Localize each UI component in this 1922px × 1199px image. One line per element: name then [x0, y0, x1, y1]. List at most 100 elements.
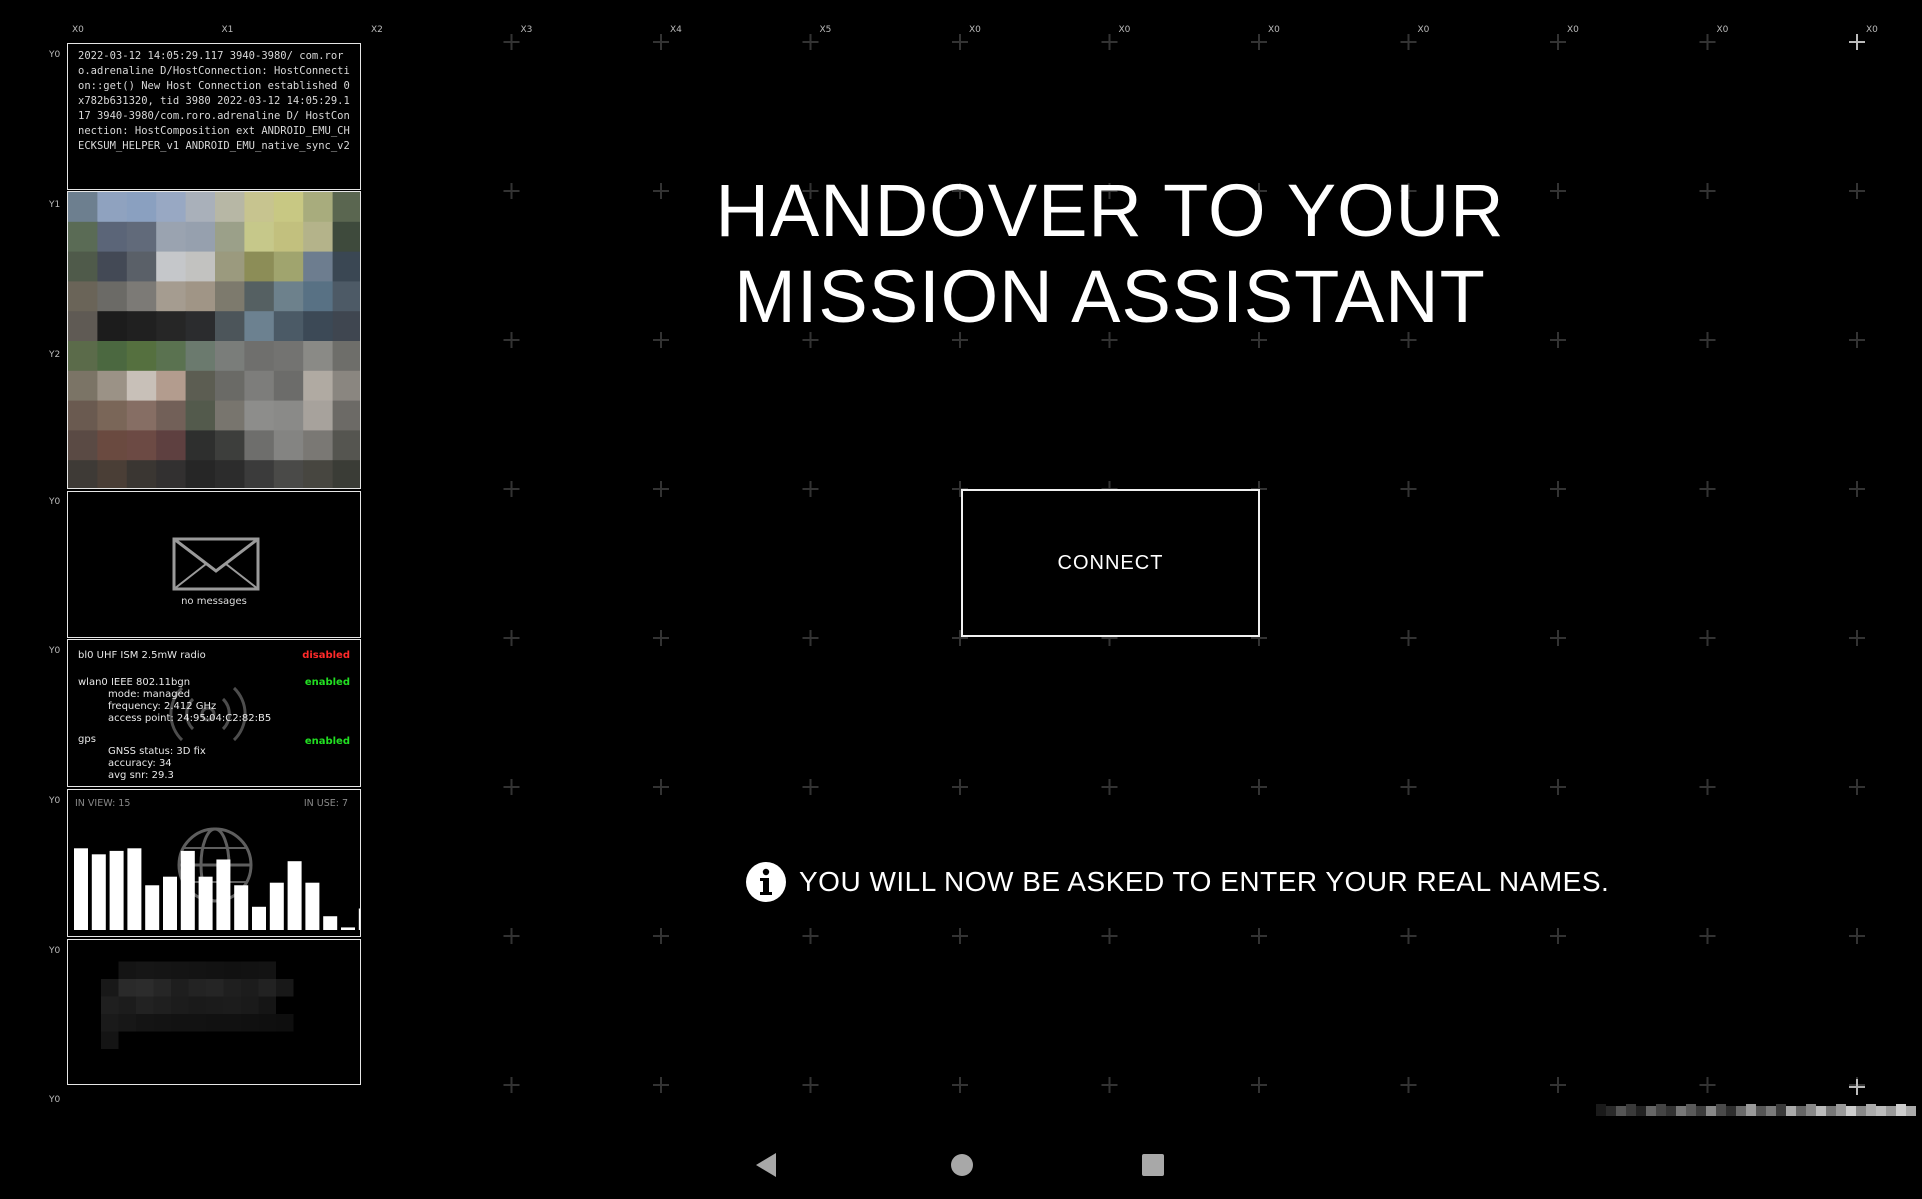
mosaic-tile [185, 400, 216, 431]
mosaic-tile [185, 192, 216, 223]
mosaic-tile [273, 341, 304, 372]
axis-label-x: X0 [1268, 25, 1280, 35]
home-circle-icon[interactable] [949, 1152, 975, 1178]
mosaic-tile [1746, 1104, 1756, 1116]
page-title: HANDOVER TO YOUR MISSION ASSISTANT [700, 168, 1520, 340]
mosaic-tile [118, 979, 136, 997]
mosaic-tile [101, 1014, 119, 1032]
mosaic-tile [273, 251, 304, 282]
axis-label-y: Y0 [49, 1095, 61, 1105]
messages-panel[interactable]: no messages [67, 491, 361, 638]
mosaic-tile [185, 281, 216, 312]
mosaic-tile [156, 281, 187, 312]
mosaic-tile [206, 1014, 224, 1032]
mosaic-tile [97, 192, 128, 223]
mosaic-tile [1686, 1104, 1696, 1116]
gps-state: enabled [304, 736, 350, 747]
connect-button[interactable]: CONNECT [961, 489, 1260, 637]
mosaic-tile [126, 370, 157, 402]
mosaic-tile [332, 281, 360, 312]
mosaic-tile [1676, 1106, 1686, 1116]
mosaic-tile [1636, 1106, 1646, 1116]
mosaic-tile [215, 370, 245, 402]
mosaic-tile [303, 370, 334, 402]
mosaic-tile [1736, 1106, 1746, 1116]
satellite-signal-bar [163, 876, 177, 930]
recents-square-icon[interactable] [1141, 1153, 1165, 1177]
mosaic-tile [1626, 1104, 1636, 1116]
mosaic-tile [241, 979, 259, 997]
envelope-icon [172, 537, 260, 591]
mosaic-tile [118, 961, 136, 979]
mosaic-tile [332, 400, 360, 431]
mosaic-tile [1806, 1104, 1816, 1116]
mosaic-tile [185, 430, 216, 461]
wlan-label: wlan0 IEEE 802.11bgn [78, 677, 191, 688]
mosaic-tile [332, 370, 360, 402]
mosaic-tile [156, 192, 187, 223]
mosaic-tile [215, 281, 245, 312]
mosaic-tile [1856, 1106, 1866, 1116]
axis-label-x: X0 [969, 25, 981, 35]
mosaic-tile [185, 341, 216, 372]
axis-label-x: X2 [371, 25, 383, 35]
satellite-signal-bar [109, 850, 124, 930]
mosaic-tile [303, 460, 334, 488]
axis-label-y: Y0 [49, 796, 61, 806]
axis-label-x: X5 [819, 25, 832, 35]
mosaic-tile [156, 311, 187, 342]
satellite-signal-bar [180, 850, 195, 930]
mosaic-tile [223, 979, 241, 997]
mosaic-tile [188, 996, 206, 1014]
back-triangle-icon[interactable] [754, 1152, 780, 1178]
mosaic-tile [1836, 1104, 1846, 1116]
info-text: YOU WILL NOW BE ASKED TO ENTER YOUR REAL… [799, 866, 1610, 897]
satellite-signal-bar [252, 906, 266, 930]
mosaic-tile [171, 961, 189, 979]
mosaic-tile [303, 400, 334, 431]
mosaic-tile [273, 460, 304, 488]
mosaic-tile [244, 341, 275, 372]
mosaic-tile [153, 1014, 171, 1032]
mosaic-tile [215, 221, 245, 253]
in-use-label: IN USE: 7 [303, 798, 348, 809]
mosaic-tile [68, 281, 98, 312]
mosaic-tile [126, 400, 157, 431]
gps-avg-snr: avg snr: 29.3 [108, 770, 174, 781]
satellite-signal-bar [234, 885, 249, 930]
mosaic-tile [156, 341, 187, 372]
mosaic-tile [118, 1014, 136, 1032]
mosaic-tile [215, 400, 245, 431]
mosaic-tile [244, 370, 275, 402]
axis-label-x: X0 [1716, 25, 1729, 35]
mosaic-tile [258, 979, 276, 997]
satellite-signal-bar [127, 848, 142, 930]
camera-feed-panel [67, 191, 361, 489]
axis-label-x: X0 [1866, 25, 1878, 35]
mosaic-tile [332, 192, 360, 223]
mosaic-tile [68, 370, 98, 402]
mosaic-tile [223, 961, 241, 979]
network-status-panel: bl0 UHF ISM 2.5mW radio disabled wlan0 I… [67, 639, 361, 787]
wlan-status-row: wlan0 IEEE 802.11bgn enabled mode: manag… [78, 677, 350, 724]
mosaic-tile [215, 460, 245, 488]
wlan-mode: mode: managed [108, 689, 191, 700]
satellite-bars [74, 827, 360, 930]
mosaic-tile [332, 460, 360, 488]
mosaic-tile [188, 979, 206, 997]
satellite-signal-bar [91, 854, 106, 930]
axis-label-x: X0 [72, 25, 84, 35]
axis-label-x: X0 [1417, 25, 1430, 35]
mosaic-tile [153, 979, 171, 997]
mosaic-tile [303, 430, 334, 461]
mosaic-tile [1796, 1106, 1806, 1116]
mosaic-tile [188, 1014, 206, 1032]
mosaic-tile [136, 1014, 154, 1032]
mosaic-tile [244, 221, 275, 253]
axis-label-y: Y0 [49, 50, 61, 60]
mosaic-tile [156, 460, 187, 488]
mosaic-tile [185, 370, 216, 402]
satellite-signal-bar [305, 882, 320, 930]
mosaic-tile [303, 311, 334, 342]
mosaic-tile [223, 1014, 241, 1032]
